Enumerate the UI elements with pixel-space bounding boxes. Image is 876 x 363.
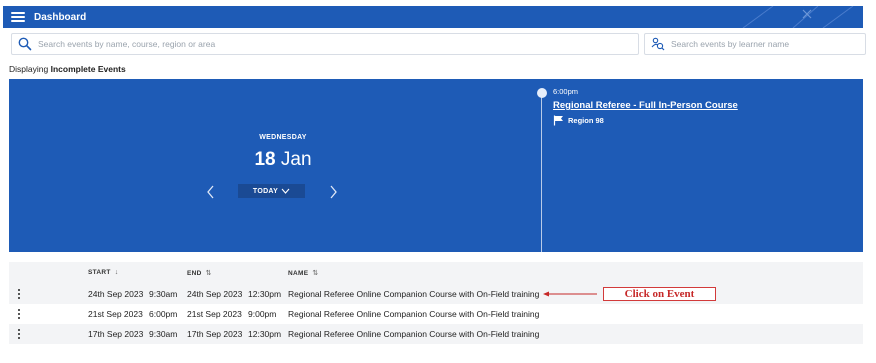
today-label: TODAY (252, 187, 279, 195)
sort-desc-icon: ↓ (114, 269, 119, 276)
flag-icon (553, 115, 563, 126)
event-name[interactable]: Regional Referee Online Companion Course… (288, 289, 539, 299)
kebab-icon[interactable] (17, 289, 21, 299)
start-date: 24th Sep 2023 (88, 289, 144, 299)
learner-search-input[interactable] (671, 39, 861, 49)
timeline-marker (537, 88, 547, 98)
date-month: Jan (280, 149, 312, 170)
table-header: START ↓ END ⇅ NAME ⇅ (9, 262, 863, 284)
menu-icon[interactable] (11, 12, 25, 22)
chevron-down-icon (281, 188, 290, 194)
end-time: 12:30pm (248, 289, 282, 299)
event-search-box[interactable] (11, 33, 639, 55)
current-date: 18 Jan (223, 149, 343, 171)
column-header-start[interactable]: START ↓ (88, 269, 119, 276)
search-icon (18, 37, 32, 51)
top-bar: Dashboard (3, 6, 863, 28)
column-header-name[interactable]: NAME ⇅ (288, 269, 319, 278)
event-region: Region 98 (553, 115, 604, 126)
table-row[interactable]: 21st Sep 2023 6:00pm 21st Sep 2023 9:00p… (9, 304, 863, 324)
sort-icon: ⇅ (205, 270, 212, 277)
event-name[interactable]: Regional Referee Online Companion Course… (288, 309, 539, 319)
display-status: Displaying Incomplete Events (9, 64, 126, 74)
column-header-end[interactable]: END ⇅ (187, 269, 212, 278)
learner-search-box[interactable] (644, 33, 866, 55)
header-decoration (742, 6, 854, 28)
timeline-line (541, 91, 542, 252)
display-filter: Incomplete Events (50, 64, 126, 74)
search-row (3, 33, 866, 57)
column-label: NAME (288, 269, 309, 277)
end-date: 17th Sep 2023 (187, 329, 243, 339)
event-title-link[interactable]: Regional Referee - Full In-Person Course (553, 100, 738, 111)
calendar-panel: WEDNESDAY 18 Jan TODAY 6:00pm Regional R… (9, 79, 863, 252)
event-region-label: Region 98 (568, 116, 604, 125)
column-label: END (187, 269, 202, 277)
start-time: 9:30am (149, 289, 178, 299)
end-date: 24th Sep 2023 (187, 289, 243, 299)
page: Dashboard Displaying Inc (0, 0, 876, 363)
event-time: 6:00pm (553, 87, 579, 96)
start-time: 9:30am (149, 329, 178, 339)
annotation-arrow (543, 291, 597, 297)
table-row[interactable]: 17th Sep 2023 9:30am 17th Sep 2023 12:30… (9, 324, 863, 344)
today-button[interactable]: TODAY (238, 184, 305, 198)
start-date: 21st Sep 2023 (88, 309, 143, 319)
chevron-right-icon[interactable] (327, 185, 339, 199)
day-of-week: WEDNESDAY (259, 134, 307, 141)
sort-icon: ⇅ (312, 270, 319, 277)
kebab-icon[interactable] (17, 309, 21, 319)
event-search-input[interactable] (38, 39, 598, 49)
kebab-icon[interactable] (17, 329, 21, 339)
table-row[interactable]: 24th Sep 2023 9:30am 24th Sep 2023 12:30… (9, 284, 863, 304)
display-prefix: Displaying (9, 64, 49, 74)
end-time: 12:30pm (248, 329, 282, 339)
start-time: 6:00pm (149, 309, 178, 319)
page-title: Dashboard (34, 11, 87, 23)
events-table: START ↓ END ⇅ NAME ⇅ 24th Sep 2023 9:30a… (9, 262, 863, 344)
column-label: START (88, 269, 111, 276)
learner-search-icon (651, 37, 665, 51)
end-date: 21st Sep 2023 (187, 309, 242, 319)
event-name[interactable]: Regional Referee Online Companion Course… (288, 329, 539, 339)
start-date: 17th Sep 2023 (88, 329, 144, 339)
end-time: 9:00pm (248, 309, 277, 319)
chevron-left-icon[interactable] (205, 185, 217, 199)
annotation-callout: Click on Event (603, 287, 716, 301)
date-day: 18 (254, 149, 276, 170)
